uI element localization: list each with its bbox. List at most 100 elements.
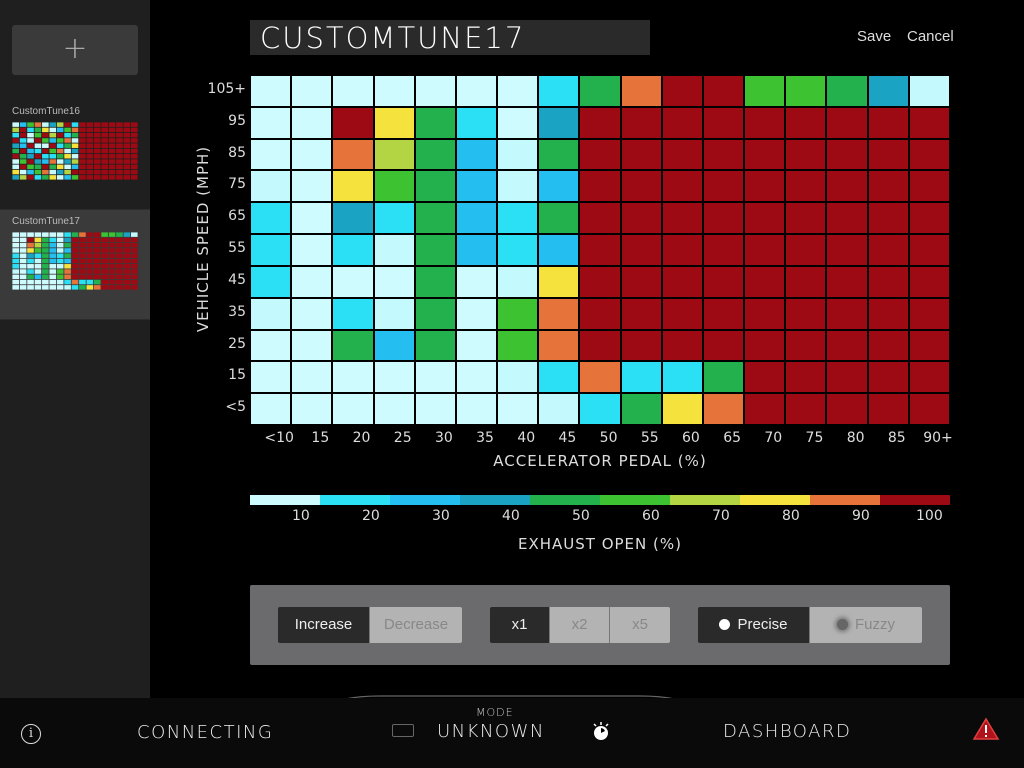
- heatmap-cell[interactable]: [827, 235, 867, 265]
- heatmap-cell[interactable]: [745, 139, 785, 170]
- add-tune-button[interactable]: +: [12, 25, 138, 75]
- heatmap-cell[interactable]: [251, 203, 291, 234]
- heatmap-cell[interactable]: [621, 266, 661, 297]
- heatmap-cell[interactable]: [333, 362, 373, 393]
- heatmap-cell[interactable]: [333, 76, 373, 106]
- heatmap-cell[interactable]: [456, 139, 497, 170]
- heatmap-cell[interactable]: [703, 362, 744, 393]
- heatmap-cell[interactable]: [909, 362, 949, 393]
- heatmap-cell[interactable]: [251, 139, 291, 170]
- heatmap-cell[interactable]: [909, 266, 949, 297]
- heatmap-cell[interactable]: [662, 107, 702, 138]
- heatmap-cell[interactable]: [374, 394, 414, 424]
- heatmap-cell[interactable]: [374, 107, 414, 138]
- heatmap-cell[interactable]: [251, 76, 291, 106]
- heatmap-cell[interactable]: [662, 76, 702, 106]
- heatmap-cell[interactable]: [662, 394, 702, 424]
- heatmap-cell[interactable]: [909, 76, 949, 106]
- heatmap-cell[interactable]: [456, 235, 497, 265]
- heatmap-cell[interactable]: [333, 107, 373, 138]
- save-button[interactable]: Save: [857, 28, 891, 45]
- heatmap-cell[interactable]: [333, 203, 373, 234]
- heatmap-cell[interactable]: [786, 394, 826, 424]
- heatmap-cell[interactable]: [621, 76, 661, 106]
- heatmap-cell[interactable]: [909, 107, 949, 138]
- cancel-button[interactable]: Cancel: [907, 28, 954, 45]
- heatmap-cell[interactable]: [251, 362, 291, 393]
- precise-button[interactable]: Precise: [698, 607, 810, 643]
- heatmap-cell[interactable]: [703, 298, 744, 329]
- heatmap-cell[interactable]: [415, 203, 455, 234]
- decrease-button[interactable]: Decrease: [370, 607, 462, 643]
- heatmap-cell[interactable]: [621, 235, 661, 265]
- heatmap-cell[interactable]: [498, 330, 538, 361]
- heatmap-cell[interactable]: [456, 394, 497, 424]
- heatmap-cell[interactable]: [456, 298, 497, 329]
- heatmap-cell[interactable]: [580, 330, 620, 361]
- heatmap-cell[interactable]: [580, 394, 620, 424]
- heatmap-cell[interactable]: [827, 107, 867, 138]
- heatmap-cell[interactable]: [909, 171, 949, 202]
- heatmap-cell[interactable]: [703, 203, 744, 234]
- fuzzy-button[interactable]: Fuzzy: [810, 607, 922, 643]
- heatmap-cell[interactable]: [374, 362, 414, 393]
- heatmap-cell[interactable]: [333, 171, 373, 202]
- heatmap-cell[interactable]: [292, 235, 332, 265]
- heatmap-cell[interactable]: [415, 76, 455, 106]
- heatmap-cell[interactable]: [745, 362, 785, 393]
- heatmap-cell[interactable]: [456, 107, 497, 138]
- heatmap-cell[interactable]: [415, 171, 455, 202]
- heatmap-cell[interactable]: [456, 330, 497, 361]
- heatmap-cell[interactable]: [333, 394, 373, 424]
- mode-value[interactable]: UNKNOWN: [437, 721, 545, 742]
- heatmap-cell[interactable]: [868, 203, 908, 234]
- heatmap-cell[interactable]: [662, 171, 702, 202]
- heatmap-cell[interactable]: [333, 266, 373, 297]
- heatmap-cell[interactable]: [374, 235, 414, 265]
- heatmap-cell[interactable]: [868, 139, 908, 170]
- heatmap-cell[interactable]: [786, 266, 826, 297]
- heatmap-cell[interactable]: [374, 203, 414, 234]
- timer-icon[interactable]: [590, 721, 612, 743]
- heatmap-cell[interactable]: [498, 394, 538, 424]
- heatmap-cell[interactable]: [498, 235, 538, 265]
- heatmap-cell[interactable]: [621, 362, 661, 393]
- heatmap-cell[interactable]: [292, 362, 332, 393]
- heatmap-cell[interactable]: [374, 330, 414, 361]
- heatmap-cell[interactable]: [786, 76, 826, 106]
- heatmap-cell[interactable]: [868, 107, 908, 138]
- heatmap-cell[interactable]: [827, 362, 867, 393]
- heatmap-cell[interactable]: [868, 266, 908, 297]
- heatmap-cell[interactable]: [580, 203, 620, 234]
- heatmap-cell[interactable]: [580, 171, 620, 202]
- heatmap-cell[interactable]: [415, 139, 455, 170]
- heatmap-cell[interactable]: [292, 298, 332, 329]
- heatmap-cell[interactable]: [703, 235, 744, 265]
- increase-button[interactable]: Increase: [278, 607, 370, 643]
- heatmap-cell[interactable]: [539, 107, 579, 138]
- heatmap-cell[interactable]: [251, 394, 291, 424]
- heatmap-cell[interactable]: [292, 330, 332, 361]
- heatmap-cell[interactable]: [498, 76, 538, 106]
- heatmap-cell[interactable]: [415, 330, 455, 361]
- heatmap-cell[interactable]: [580, 107, 620, 138]
- heatmap-cell[interactable]: [745, 171, 785, 202]
- heatmap-cell[interactable]: [539, 235, 579, 265]
- heatmap-cell[interactable]: [703, 330, 744, 361]
- heatmap-cell[interactable]: [786, 139, 826, 170]
- heatmap-cell[interactable]: [456, 171, 497, 202]
- heatmap-cell[interactable]: [374, 266, 414, 297]
- heatmap-cell[interactable]: [662, 362, 702, 393]
- heatmap-cell[interactable]: [745, 107, 785, 138]
- heatmap-cell[interactable]: [292, 107, 332, 138]
- heatmap-cell[interactable]: [539, 298, 579, 329]
- heatmap-cell[interactable]: [539, 266, 579, 297]
- heatmap-cell[interactable]: [251, 107, 291, 138]
- heatmap-cell[interactable]: [580, 266, 620, 297]
- heatmap-cell[interactable]: [662, 298, 702, 329]
- heatmap-cell[interactable]: [498, 203, 538, 234]
- heatmap-cell[interactable]: [374, 139, 414, 170]
- heatmap-cell[interactable]: [786, 171, 826, 202]
- heatmap-cell[interactable]: [251, 235, 291, 265]
- heatmap-cell[interactable]: [827, 76, 867, 106]
